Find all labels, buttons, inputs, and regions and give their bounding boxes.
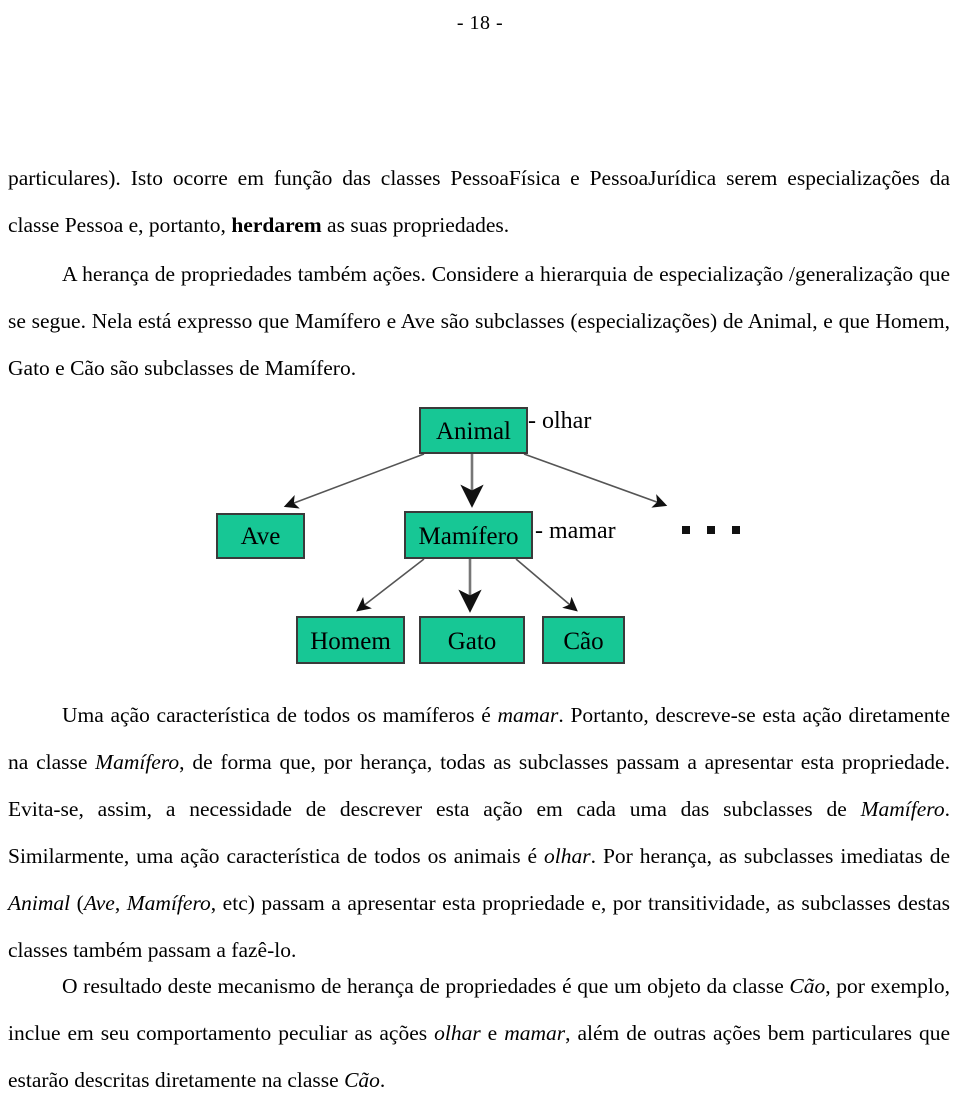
class-node-cao[interactable]: Cão [542,616,625,664]
class-node-mamifero[interactable]: Mamífero [404,511,533,559]
class-node-gato-label: Gato [448,628,497,655]
paragraph-4: O resultado deste mecanismo de herança d… [8,963,950,1104]
class-node-ave[interactable]: Ave [216,513,305,559]
p3-ital-mamifero-2: Mamífero [860,797,945,821]
p3-ital-animal: Animal [8,891,71,915]
edge-mamifero-homem [356,558,425,612]
p3-run5: . Por herança, as subclasses imediatas d… [590,844,951,868]
p1-run2: as suas propriedades. [321,213,510,237]
p5-ital-cao-2: Cão [344,1068,380,1092]
p3-run7: , [114,891,127,915]
edge-animal-ave [283,453,425,509]
class-node-gato[interactable]: Gato [419,616,525,664]
class-hierarchy-diagram: Animal Ave Mamífero Homem Gato Cão - olh… [210,398,770,678]
document-page: - 18 - particulares). Isto ocorre em fun… [0,0,960,1092]
p5-ital-olhar: olhar [434,1021,481,1045]
paragraph-2: A herança de propriedades também ações. … [8,251,950,392]
class-node-homem[interactable]: Homem [296,616,405,664]
class-node-ave-label: Ave [241,523,281,550]
class-node-mamifero-label: Mamífero [419,523,519,550]
p5-run1: O resultado deste mecanismo de herança d… [62,974,790,998]
paragraph-1: particulares). Isto ocorre em função das… [8,155,950,249]
class-node-cao-label: Cão [563,628,603,655]
edge-mamifero-cao [515,558,578,612]
paragraph-3: Uma ação característica de todos os mamí… [8,692,950,974]
more-subclasses-ellipsis [682,526,740,534]
edge-animal-ellipsis [523,453,668,508]
p3-ital-mamifero-3: Mamífero [126,891,211,915]
mamar-annotation: - mamar [535,518,616,544]
p5-ital-cao-1: Cão [789,974,826,998]
p3-ital-mamifero-1: Mamífero [95,750,180,774]
p3-ital-olhar: olhar [544,844,591,868]
class-node-animal[interactable]: Animal [419,407,528,454]
p3-run1: Uma ação característica de todos os mamí… [62,703,498,727]
p3-ital-ave: Ave [83,891,115,915]
p5-run3: e [480,1021,505,1045]
class-node-animal-label: Animal [436,418,511,445]
p3-run6: ( [70,891,84,915]
p1-bold-herdarem: herdarem [231,213,322,237]
page-number-header: - 18 - [456,12,504,34]
olhar-annotation: - olhar [528,408,591,434]
p3-ital-mamar: mamar [497,703,559,727]
p5-run5: . [379,1068,386,1092]
class-node-homem-label: Homem [310,628,391,655]
p5-ital-mamar: mamar [504,1021,566,1045]
p2-run1: A herança de propriedades também ações. … [8,262,950,380]
